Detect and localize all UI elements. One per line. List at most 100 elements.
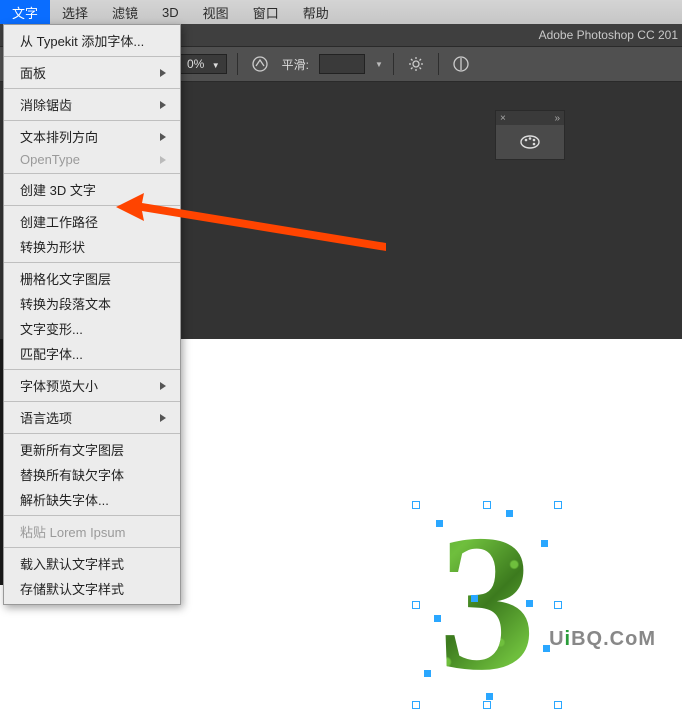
menu-item-add-fonts-typekit[interactable]: 从 Typekit 添加字体...: [4, 28, 180, 53]
submenu-arrow-icon: [160, 414, 166, 422]
chevron-down-icon: ▼: [212, 61, 220, 70]
menu-item-label: 载入默认文字样式: [20, 554, 124, 573]
menu-item-label: 转换为形状: [20, 237, 85, 256]
brush-pressure-icon[interactable]: [248, 53, 272, 75]
menu-item-convert-to-shape[interactable]: 转换为形状: [4, 234, 180, 259]
menu-type[interactable]: 文字: [0, 0, 50, 24]
separator: [237, 53, 238, 75]
menu-item-match-font[interactable]: 匹配字体...: [4, 341, 180, 366]
menu-item-label: 面板: [20, 63, 46, 82]
path-anchor[interactable]: [541, 540, 548, 547]
menu-separator: [4, 120, 180, 121]
panel-header[interactable]: × »: [496, 111, 564, 125]
menu-view[interactable]: 视图: [191, 0, 241, 24]
menu-item-rasterize-type[interactable]: 栅格化文字图层: [4, 266, 180, 291]
menu-separator: [4, 547, 180, 548]
transform-handle-mr[interactable]: [554, 601, 562, 609]
transform-handle-tr[interactable]: [554, 501, 562, 509]
submenu-arrow-icon: [160, 156, 166, 164]
menu-item-label: 创建 3D 文字: [20, 180, 96, 199]
menu-filter[interactable]: 滤镜: [100, 0, 150, 24]
menu-separator: [4, 173, 180, 174]
zoom-percent-value: 0%: [187, 57, 204, 71]
menu-3d[interactable]: 3D: [150, 0, 191, 24]
menu-item-label: 从 Typekit 添加字体...: [20, 31, 144, 50]
submenu-arrow-icon: [160, 69, 166, 77]
path-anchor[interactable]: [424, 670, 431, 677]
menu-item-label: 语言选项: [20, 408, 72, 427]
menu-item-label: OpenType: [20, 152, 80, 167]
menu-item-label: 存储默认文字样式: [20, 579, 124, 598]
path-anchor[interactable]: [436, 520, 443, 527]
menu-item-label: 更新所有文字图层: [20, 440, 124, 459]
smoothing-field[interactable]: [319, 54, 365, 74]
menu-item-save-default-type-styles[interactable]: 存储默认文字样式: [4, 576, 180, 601]
menu-item-convert-paragraph[interactable]: 转换为段落文本: [4, 291, 180, 316]
menu-separator: [4, 515, 180, 516]
transform-handle-tc[interactable]: [483, 501, 491, 509]
gear-icon[interactable]: [404, 53, 428, 75]
menu-separator: [4, 205, 180, 206]
separator: [438, 53, 439, 75]
path-anchor[interactable]: [526, 600, 533, 607]
menu-item-create-work-path[interactable]: 创建工作路径: [4, 209, 180, 234]
watermark: UiBQ.CoM: [549, 628, 656, 651]
menu-item-warp-text[interactable]: 文字变形...: [4, 316, 180, 341]
menu-item-create-3d-text[interactable]: 创建 3D 文字: [4, 177, 180, 202]
menu-item-label: 文本排列方向: [20, 127, 98, 146]
zoom-percent[interactable]: 0% ▼: [180, 54, 227, 74]
menubar: 文字 选择 滤镜 3D 视图 窗口 帮助: [0, 0, 682, 24]
path-anchor[interactable]: [486, 693, 493, 700]
menu-item-label: 替换所有缺欠字体: [20, 465, 124, 484]
menu-item-opentype: OpenType: [4, 149, 180, 170]
collapse-icon[interactable]: »: [554, 113, 560, 124]
menu-item-label: 消除锯齿: [20, 95, 72, 114]
menu-item-label: 匹配字体...: [20, 344, 83, 363]
menu-item-resolve-missing-fonts[interactable]: 解析缺失字体...: [4, 487, 180, 512]
menu-separator: [4, 369, 180, 370]
menu-item-language-options[interactable]: 语言选项: [4, 405, 180, 430]
app-title: Adobe Photoshop CC 201: [539, 28, 678, 42]
symmetry-icon[interactable]: [449, 53, 473, 75]
transform-handle-ml[interactable]: [412, 601, 420, 609]
menu-separator: [4, 401, 180, 402]
submenu-arrow-icon: [160, 382, 166, 390]
menu-separator: [4, 262, 180, 263]
close-icon[interactable]: ×: [500, 113, 506, 124]
menu-item-panels[interactable]: 面板: [4, 60, 180, 85]
separator: [393, 53, 394, 75]
menu-window[interactable]: 窗口: [241, 0, 291, 24]
transform-handle-br[interactable]: [554, 701, 562, 709]
menu-item-replace-missing-fonts[interactable]: 替换所有缺欠字体: [4, 462, 180, 487]
menu-item-orientation[interactable]: 文本排列方向: [4, 124, 180, 149]
smoothing-label: 平滑:: [282, 56, 309, 73]
menu-select[interactable]: 选择: [50, 0, 100, 24]
path-anchor[interactable]: [506, 510, 513, 517]
menu-separator: [4, 56, 180, 57]
menu-item-paste-lorem: 粘贴 Lorem Ipsum: [4, 519, 180, 544]
path-anchor[interactable]: [471, 595, 478, 602]
menu-item-label: 文字变形...: [20, 319, 83, 338]
floating-panel[interactable]: × »: [495, 110, 565, 160]
transform-handle-tl[interactable]: [412, 501, 420, 509]
menu-item-anti-alias[interactable]: 消除锯齿: [4, 92, 180, 117]
path-anchor[interactable]: [434, 615, 441, 622]
chevron-down-icon[interactable]: ▼: [375, 60, 383, 69]
menu-separator: [4, 433, 180, 434]
menu-item-font-preview-size[interactable]: 字体预览大小: [4, 373, 180, 398]
submenu-arrow-icon: [160, 133, 166, 141]
menu-item-load-default-type-styles[interactable]: 载入默认文字样式: [4, 551, 180, 576]
transform-handle-bc[interactable]: [483, 701, 491, 709]
menu-item-label: 字体预览大小: [20, 376, 98, 395]
path-anchor[interactable]: [543, 645, 550, 652]
menu-item-update-all-type[interactable]: 更新所有文字图层: [4, 437, 180, 462]
menu-help[interactable]: 帮助: [291, 0, 341, 24]
swatches-icon[interactable]: [519, 133, 541, 151]
menu-item-label: 转换为段落文本: [20, 294, 111, 313]
menu-item-label: 创建工作路径: [20, 212, 98, 231]
menu-item-label: 栅格化文字图层: [20, 269, 111, 288]
transform-bounding-box[interactable]: [416, 505, 558, 705]
transform-handle-bl[interactable]: [412, 701, 420, 709]
submenu-arrow-icon: [160, 101, 166, 109]
menu-separator: [4, 88, 180, 89]
